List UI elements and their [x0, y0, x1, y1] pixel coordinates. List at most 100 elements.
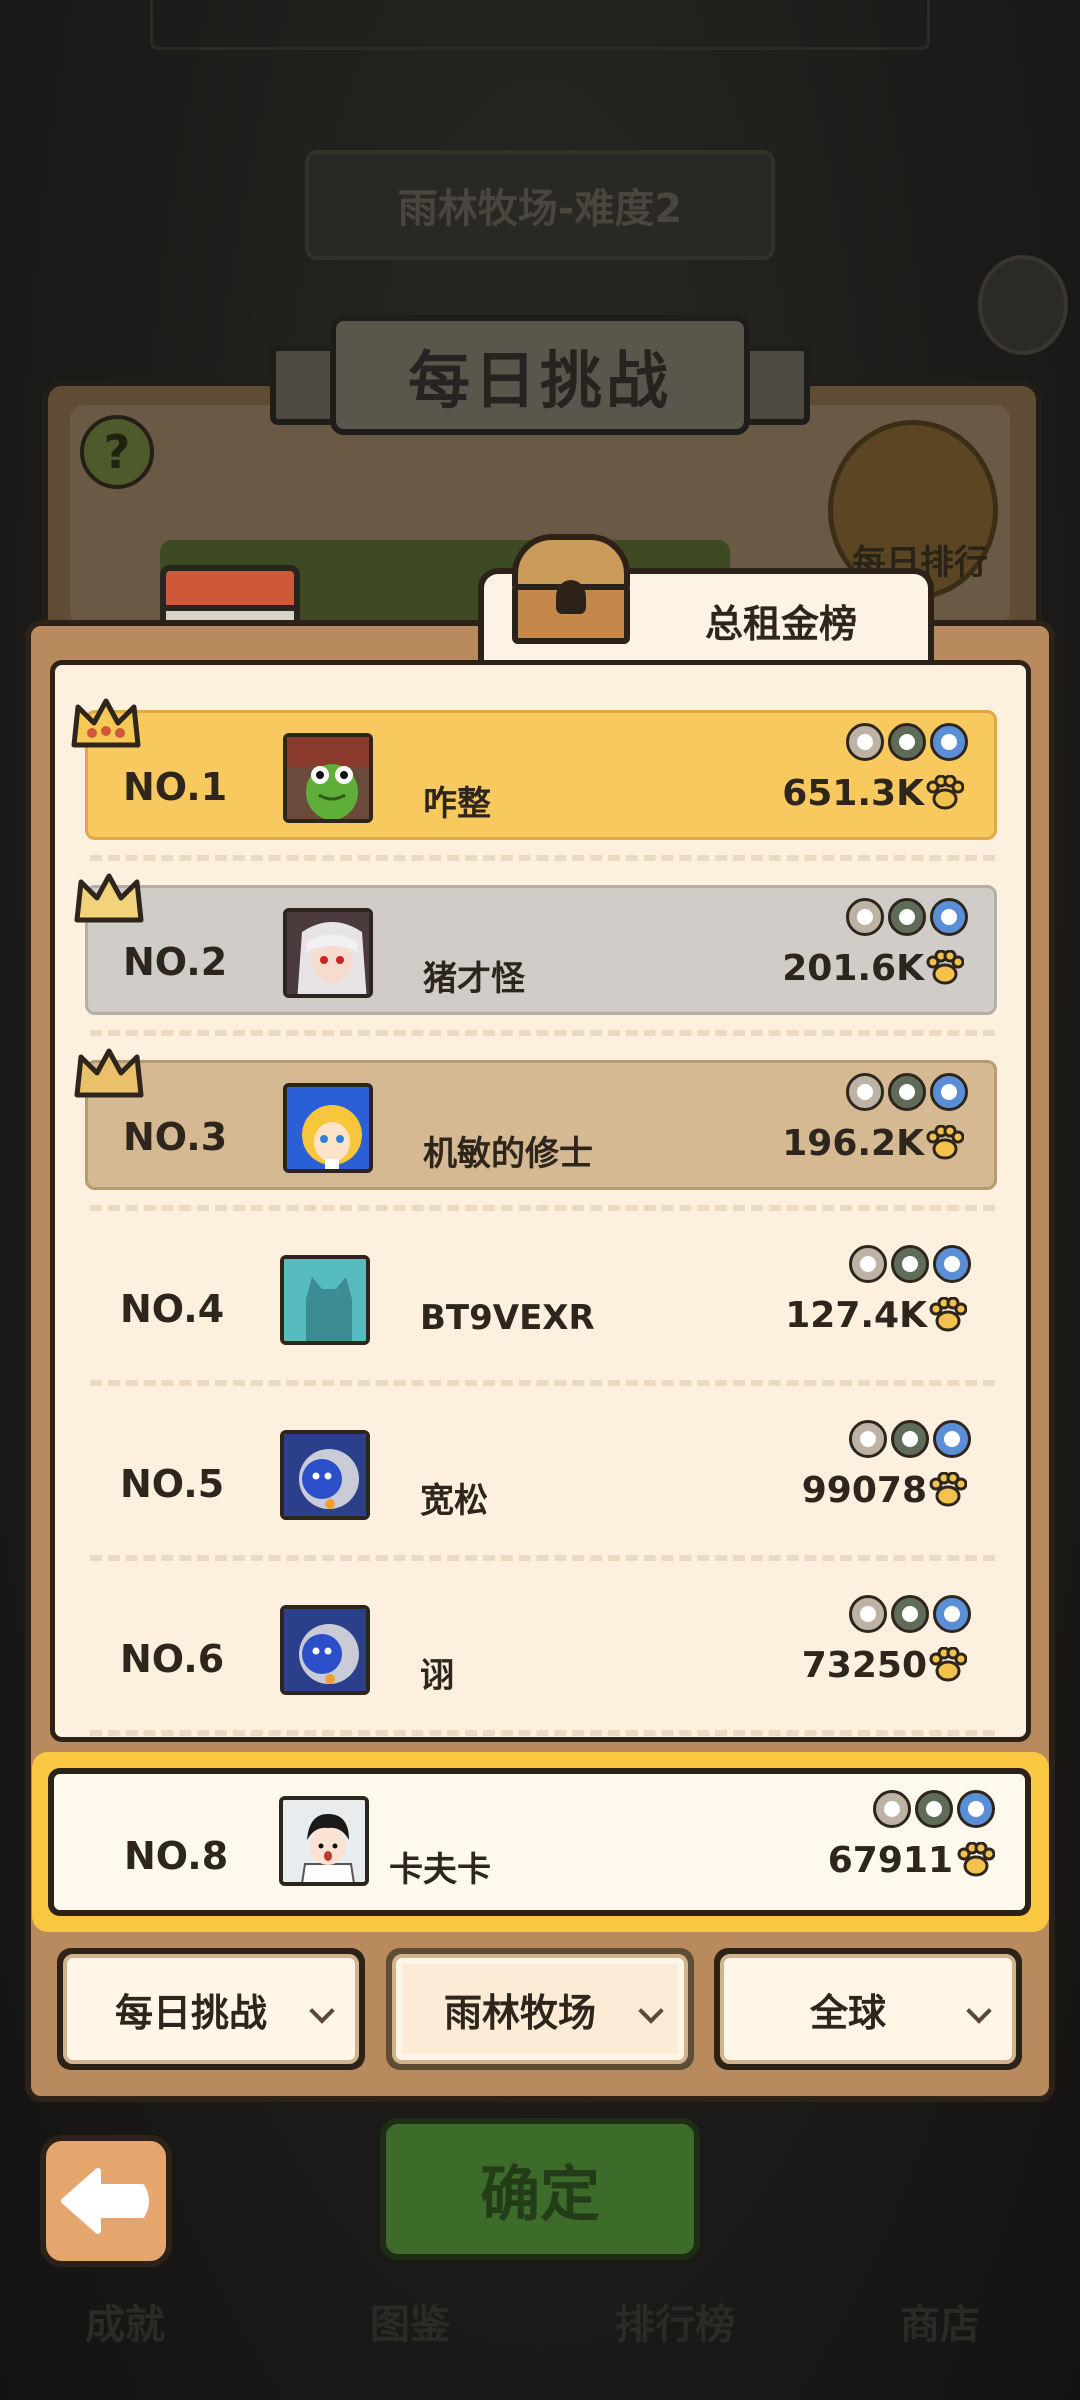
header-banner: 每日挑战 — [270, 315, 810, 435]
my-player-score: 67911 — [827, 1840, 953, 1881]
leaf-badge-icon — [888, 723, 926, 761]
region-dropdown[interactable]: 全球 — [714, 1948, 1022, 2070]
table-row[interactable]: NO.2 猪才怪 201.6K — [85, 885, 997, 1015]
row-separator — [90, 855, 995, 861]
rank-label: NO.3 — [123, 1115, 228, 1159]
paw-coin-icon — [929, 1647, 967, 1682]
player-score: 196.2K — [782, 1123, 924, 1164]
player-name: 诩 — [420, 1656, 454, 1696]
badge-group — [873, 1790, 995, 1828]
back-button[interactable] — [40, 2135, 172, 2267]
chevron-down-icon — [966, 1998, 992, 2024]
stage-title-plate: 雨林牧场-难度2 — [305, 150, 775, 260]
avatar[interactable] — [280, 1605, 370, 1695]
mode-dropdown-box[interactable]: 每日挑战 — [63, 1954, 359, 2064]
page-title: 每日挑战 — [407, 344, 672, 417]
confirm-label: 确定 — [480, 2159, 600, 2230]
help-icon: ? — [103, 425, 131, 479]
player-score: 651.3K — [782, 773, 924, 814]
row-separator — [90, 1730, 995, 1736]
treasure-chest-icon — [508, 528, 638, 648]
player-name: BT9VEXR — [420, 1298, 595, 1338]
leaf-badge-icon — [891, 1420, 929, 1458]
row-separator — [90, 1380, 995, 1386]
avatar[interactable] — [280, 1430, 370, 1520]
rank-label: NO.6 — [120, 1637, 225, 1681]
paw-coin-icon — [926, 950, 964, 985]
stage-title: 雨林牧场-难度2 — [397, 186, 683, 232]
back-arrow-icon — [61, 2168, 149, 2234]
mode-dropdown[interactable]: 每日挑战 — [57, 1948, 365, 2070]
table-row[interactable]: NO.4 BT9VEXR 127.4K — [85, 1235, 997, 1365]
my-player-name: 卡夫卡 — [389, 1850, 491, 1890]
paw-coin-icon — [926, 1125, 964, 1160]
page-title-plate: 每日挑战 — [330, 315, 750, 435]
map-dropdown[interactable]: 雨林牧场 — [386, 1948, 694, 2070]
nav-leaderboard: 排行榜 — [615, 2302, 735, 2348]
row-separator — [90, 1030, 995, 1036]
leaf-badge-icon — [891, 1245, 929, 1283]
table-row[interactable]: NO.5 宽松 99078 — [85, 1410, 997, 1540]
fish-badge-icon — [933, 1595, 971, 1633]
fish-badge-icon — [933, 1420, 971, 1458]
confirm-button: 确定 — [380, 2118, 700, 2260]
map-dropdown-label: 雨林牧场 — [443, 1990, 596, 2035]
sheep-badge-icon — [846, 1073, 884, 1111]
leaf-badge-icon — [888, 898, 926, 936]
fish-badge-icon — [930, 1073, 968, 1111]
avatar[interactable] — [283, 908, 373, 998]
badge-group — [846, 898, 968, 936]
player-score: 127.4K — [785, 1295, 927, 1336]
rank-label: NO.4 — [120, 1287, 225, 1331]
badge-group — [849, 1420, 971, 1458]
sheep-badge-icon — [849, 1595, 887, 1633]
fish-badge-icon — [957, 1790, 995, 1828]
nav-collection: 图鉴 — [370, 2302, 450, 2348]
player-name: 猪才怪 — [423, 959, 525, 999]
my-rank-label: NO.8 — [124, 1834, 229, 1878]
badge-group — [849, 1595, 971, 1633]
table-row[interactable]: NO.6 诩 73250 — [85, 1585, 997, 1715]
sheep-badge-icon — [846, 898, 884, 936]
row-separator — [90, 1205, 995, 1211]
chest-lock — [556, 580, 586, 614]
badge-group — [846, 723, 968, 761]
badge-group — [849, 1245, 971, 1283]
region-dropdown-box[interactable]: 全球 — [720, 1954, 1016, 2064]
player-name: 咋整 — [423, 784, 491, 824]
player-score: 73250 — [801, 1645, 927, 1686]
fish-badge-icon — [930, 723, 968, 761]
sheep-badge-icon — [873, 1790, 911, 1828]
rank-label: NO.2 — [123, 940, 228, 984]
rank-label: NO.1 — [123, 765, 228, 809]
mode-dropdown-label: 每日挑战 — [114, 1990, 267, 2035]
map-dropdown-box[interactable]: 雨林牧场 — [392, 1954, 688, 2064]
table-row[interactable]: NO.1 咋整 651.3K — [85, 710, 997, 840]
row-separator — [90, 1555, 995, 1561]
my-entry-row[interactable]: NO.8 卡夫卡 67911 — [48, 1768, 1031, 1916]
fish-badge-icon — [930, 898, 968, 936]
chevron-down-icon — [638, 1998, 664, 2024]
badge-group — [846, 1073, 968, 1111]
sheep-badge-icon — [846, 723, 884, 761]
table-row[interactable]: NO.3 机敏的修士 196.2K — [85, 1060, 997, 1190]
sheep-badge-icon — [849, 1245, 887, 1283]
avatar[interactable] — [283, 733, 373, 823]
nav-achievements: 成就 — [85, 2302, 165, 2348]
bronze-crown-icon — [74, 1048, 144, 1098]
nav-shop: 商店 — [900, 2302, 980, 2348]
mascot-face-icon — [978, 255, 1068, 355]
player-name: 宽松 — [420, 1481, 488, 1521]
avatar[interactable] — [280, 1255, 370, 1345]
rank-label: NO.5 — [120, 1462, 225, 1506]
leaderboard-list[interactable]: NO.1 咋整 651.3K NO.2 猪才怪 201.6K NO.3 机敏的修… — [50, 660, 1031, 1742]
avatar[interactable] — [283, 1083, 373, 1173]
paw-coin-icon — [957, 1842, 995, 1877]
background-frame — [150, 0, 930, 50]
leaf-badge-icon — [891, 1595, 929, 1633]
gold-crown-icon — [71, 698, 141, 748]
chevron-down-icon — [309, 1998, 335, 2024]
silver-crown-icon — [74, 873, 144, 923]
my-avatar[interactable] — [279, 1796, 369, 1886]
sheep-badge-icon — [849, 1420, 887, 1458]
